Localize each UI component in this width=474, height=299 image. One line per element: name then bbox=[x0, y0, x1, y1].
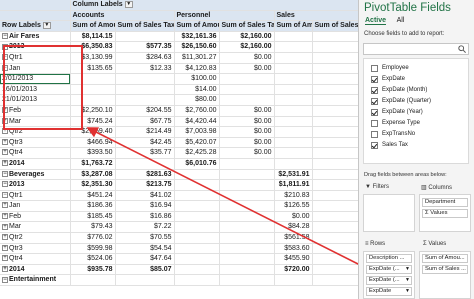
filter-icon: ▼ bbox=[365, 184, 373, 190]
field-list: Employee ExpDate ExpDate (Month) ExpDate (Q… bbox=[363, 58, 469, 164]
chip-label: ExpDate (... bbox=[369, 266, 400, 272]
chip-label: ExpDate (... bbox=[369, 277, 400, 283]
arrow-rows-to-table bbox=[86, 127, 367, 269]
field-item-label[interactable]: ExpTransNo bbox=[382, 131, 415, 137]
field-item-label[interactable]: ExpDate bbox=[382, 76, 405, 82]
filters-drop-area[interactable] bbox=[363, 194, 415, 232]
field-search-input[interactable] bbox=[363, 43, 469, 55]
pivottable-fields-pane: PivotTable Fields Active All Choose fiel… bbox=[358, 0, 474, 299]
search-icon bbox=[458, 45, 466, 53]
field-checkbox[interactable] bbox=[371, 87, 378, 94]
rows-chip-expdate[interactable]: ExpDate ▼ bbox=[366, 287, 412, 296]
values-chip-sum-amount[interactable]: Sum of Amou... bbox=[422, 254, 468, 263]
columns-area-label: ▥ Columns bbox=[421, 184, 452, 191]
rows-text: Rows bbox=[370, 241, 386, 247]
tab-all[interactable]: All bbox=[397, 17, 405, 24]
chevron-down-icon[interactable]: ▼ bbox=[405, 288, 410, 295]
field-checkbox[interactable] bbox=[371, 109, 378, 116]
columns-drop-area[interactable]: Department Σ Values bbox=[419, 194, 471, 232]
rows-chip-expdate-quarter[interactable]: ExpDate (... ▼ bbox=[366, 276, 412, 285]
field-item-label[interactable]: Employee bbox=[382, 65, 409, 71]
rows-chip-expdate-year[interactable]: ExpDate (... ▼ bbox=[366, 265, 412, 274]
choose-fields-label: Choose fields to add to report: bbox=[364, 31, 445, 37]
columns-chip-values[interactable]: Σ Values bbox=[422, 209, 468, 218]
pane-title: PivotTable Fields bbox=[364, 2, 451, 14]
tab-active[interactable]: Active bbox=[365, 17, 387, 25]
chevron-down-icon[interactable]: ▼ bbox=[405, 266, 410, 273]
field-item-label[interactable]: ExpDate (Year) bbox=[382, 109, 423, 115]
values-text: Σ Values bbox=[423, 241, 447, 247]
chip-label: Description ... bbox=[369, 255, 405, 261]
values-drop-area[interactable]: Sum of Amou... Sum of Sales ... bbox=[419, 251, 471, 299]
values-chip-sum-sales-tax[interactable]: Sum of Sales ... bbox=[422, 265, 468, 274]
field-checkbox[interactable] bbox=[371, 120, 378, 127]
field-checkbox[interactable] bbox=[371, 98, 378, 105]
filters-text: Filters bbox=[372, 184, 389, 190]
field-checkbox[interactable] bbox=[371, 131, 378, 138]
chip-label: Sum of Amou... bbox=[425, 255, 465, 261]
filters-area-label: ▼ Filters bbox=[365, 184, 389, 190]
chevron-down-icon[interactable]: ▼ bbox=[405, 277, 410, 284]
chip-label: Department bbox=[425, 199, 456, 205]
field-checkbox[interactable] bbox=[371, 142, 378, 149]
rows-drop-area[interactable]: Description ... ExpDate (... ▼ ExpDate (.… bbox=[363, 251, 415, 299]
chip-label: Sum of Sales ... bbox=[425, 266, 466, 272]
columns-chip-department[interactable]: Department bbox=[422, 198, 468, 207]
columns-text: Columns bbox=[428, 185, 453, 191]
field-item-label[interactable]: Expense Type bbox=[382, 120, 420, 126]
field-checkbox[interactable] bbox=[371, 65, 378, 72]
rows-area-label: ≡ Rows bbox=[365, 241, 385, 247]
chip-label: ExpDate bbox=[369, 288, 392, 294]
field-item-label[interactable]: ExpDate (Month) bbox=[382, 87, 427, 93]
values-area-label: Σ Values bbox=[423, 241, 446, 247]
field-item-label[interactable]: Sales Tax bbox=[382, 142, 408, 148]
field-item-label[interactable]: ExpDate (Quarter) bbox=[382, 98, 431, 104]
drag-fields-label: Drag fields between areas below: bbox=[364, 172, 447, 178]
chip-label: Σ Values bbox=[425, 210, 448, 216]
pane-tabs: Active All bbox=[365, 17, 413, 25]
field-checkbox[interactable] bbox=[371, 76, 378, 83]
rows-chip-description[interactable]: Description ... bbox=[366, 254, 412, 263]
